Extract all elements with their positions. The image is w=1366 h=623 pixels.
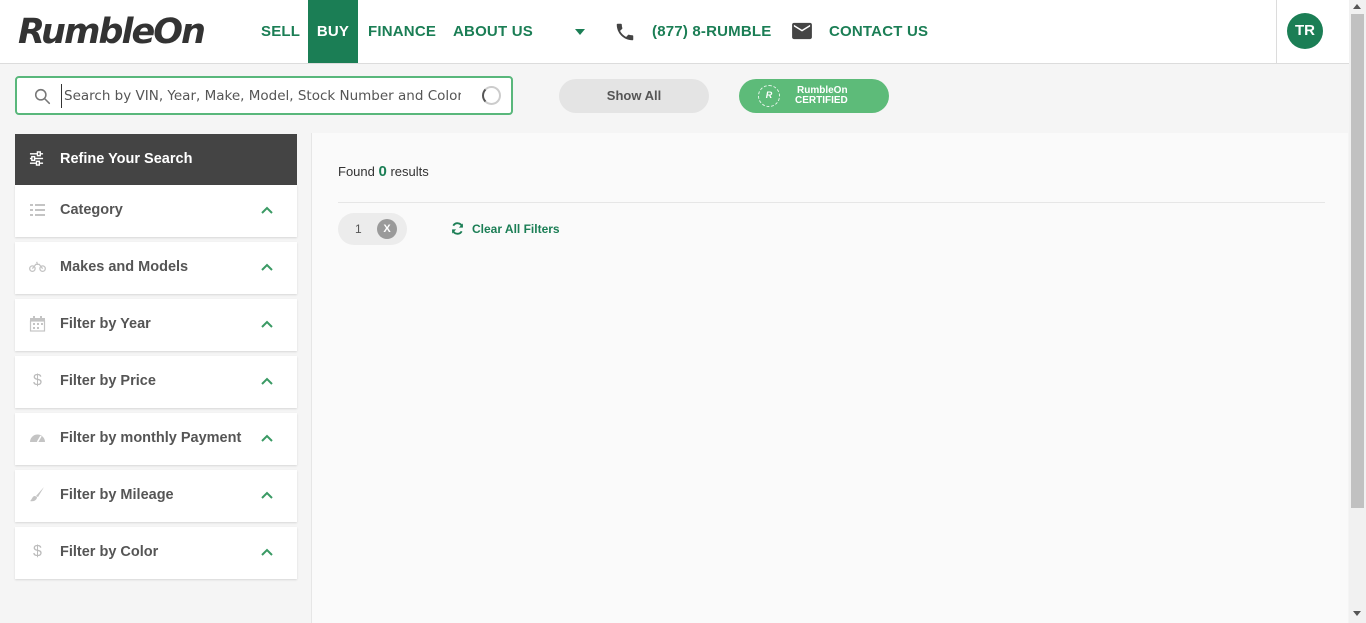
nav-buy[interactable]: BUY — [308, 0, 358, 63]
results-count: 0 — [378, 163, 387, 180]
chevron-up-icon[interactable] — [261, 434, 273, 442]
chevron-up-icon[interactable] — [261, 320, 273, 328]
filter-makes-models[interactable]: Makes and Models — [15, 242, 297, 294]
clear-all-filters-label: Clear All Filters — [472, 222, 560, 236]
brush-icon — [30, 487, 44, 502]
search-icon — [34, 88, 51, 105]
phone-icon — [616, 23, 634, 41]
filter-label: Makes and Models — [60, 259, 189, 275]
filter-category[interactable]: Category — [15, 185, 297, 237]
search-bar — [15, 76, 513, 115]
page-scrollbar[interactable] — [1349, 0, 1366, 623]
nav-sell[interactable]: SELL — [261, 0, 300, 63]
certified-badge-icon: R — [758, 85, 780, 107]
found-prefix: Found — [338, 164, 375, 179]
scroll-up-arrow-icon[interactable] — [1353, 4, 1361, 9]
rumbleon-logo[interactable]: RumbleOn — [18, 12, 206, 52]
filter-price[interactable]: $ Filter by Price — [15, 356, 297, 408]
results-count-text: Found 0 results — [338, 163, 429, 180]
filter-label: Filter by Price — [60, 373, 156, 389]
filter-year[interactable]: Filter by Year — [15, 299, 297, 351]
list-icon — [30, 204, 45, 216]
results-panel: Found 0 results 1 X Clear All Filters — [311, 133, 1348, 623]
dollar-icon: $ — [33, 372, 42, 389]
chevron-up-icon[interactable] — [261, 206, 273, 214]
scroll-down-arrow-icon[interactable] — [1353, 611, 1361, 616]
phone-link[interactable]: (877) 8-RUMBLE — [652, 0, 771, 63]
motorcycle-icon — [29, 261, 46, 272]
certified-label: RumbleOn CERTIFIED — [795, 86, 865, 106]
chevron-up-icon[interactable] — [261, 263, 273, 271]
filter-color[interactable]: $ Filter by Color — [15, 527, 297, 579]
chip-label: 1 — [355, 222, 362, 236]
calendar-icon — [29, 316, 46, 332]
refresh-icon — [451, 222, 464, 235]
show-all-button[interactable]: Show All — [559, 79, 709, 113]
caret-down-icon[interactable] — [575, 29, 585, 35]
active-filter-chip: 1 X — [338, 213, 407, 245]
filter-label: Category — [60, 202, 123, 218]
chevron-up-icon[interactable] — [261, 548, 273, 556]
nav-finance[interactable]: FINANCE — [368, 0, 436, 63]
chevron-up-icon[interactable] — [261, 377, 273, 385]
loading-spinner-icon — [482, 86, 501, 105]
refine-search-title: Refine Your Search — [60, 151, 193, 167]
user-avatar[interactable]: TR — [1287, 13, 1323, 49]
chevron-up-icon[interactable] — [261, 491, 273, 499]
filter-label: Filter by Mileage — [60, 487, 174, 503]
rumbleon-certified-button[interactable]: R RumbleOn CERTIFIED — [739, 79, 889, 113]
header-divider — [1276, 0, 1277, 63]
nav-about-us[interactable]: ABOUT US — [453, 0, 533, 63]
scrollbar-thumb[interactable] — [1351, 14, 1364, 508]
filter-mileage[interactable]: Filter by Mileage — [15, 470, 297, 522]
site-header: RumbleOn SELL BUY FINANCE ABOUT US (877)… — [0, 0, 1349, 64]
speedometer-icon — [30, 434, 45, 443]
refine-search-header: Refine Your Search — [15, 134, 297, 185]
dollar-icon: $ — [33, 543, 42, 560]
filter-label: Filter by monthly Payment — [60, 430, 242, 446]
filter-label: Filter by Color — [60, 544, 159, 560]
filter-monthly-payment[interactable]: Filter by monthly Payment — [15, 413, 297, 465]
search-input[interactable] — [61, 84, 461, 108]
found-suffix: results — [390, 164, 429, 179]
mail-icon — [792, 22, 812, 40]
sliders-icon — [29, 151, 44, 166]
contact-us-link[interactable]: CONTACT US — [829, 0, 928, 63]
remove-filter-icon[interactable]: X — [377, 219, 397, 239]
filter-label: Filter by Year — [60, 316, 151, 332]
certified-line2: CERTIFIED — [795, 95, 848, 106]
results-divider — [338, 202, 1325, 203]
